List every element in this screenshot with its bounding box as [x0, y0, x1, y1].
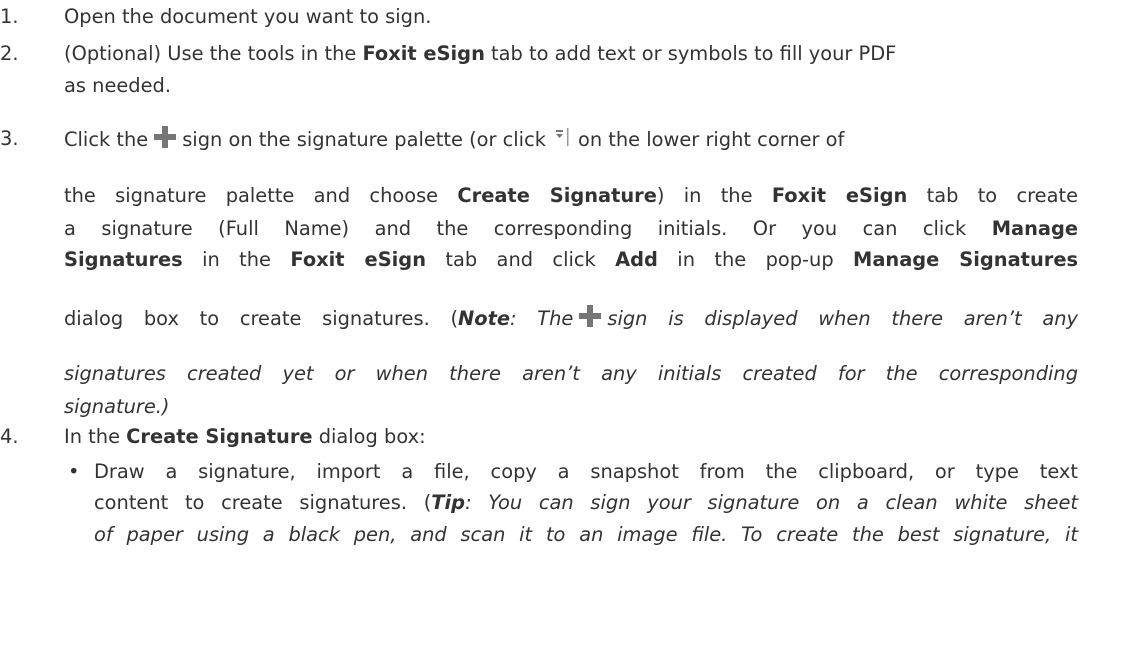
list-text: the signature palette and choose Create …	[64, 184, 1078, 207]
list-number: 1.	[0, 5, 19, 28]
list-number: 2.	[0, 42, 19, 65]
list-text: of paper using a black pen, and scan it …	[94, 523, 1078, 546]
list-text: Open the document you want to sign.	[64, 5, 432, 28]
list-text: a signature (Full Name) and the correspo…	[64, 217, 1078, 240]
chevron-down-icon	[552, 126, 572, 148]
document-page: 1. Open the document you want to sign. 2…	[0, 0, 1123, 661]
bold-text: Foxit eSign	[362, 42, 485, 65]
list-text: signatures created yet or when there are…	[64, 362, 1078, 385]
plus-icon	[154, 126, 177, 148]
list-text: dialog box to create signatures. (Note: …	[64, 305, 1079, 330]
bullet: •	[68, 460, 80, 483]
list-text: as needed.	[64, 74, 172, 97]
list-text: signature.)	[64, 395, 170, 418]
list-text: Click the sign on the signature palette (…	[64, 126, 845, 151]
list-text: Signatures in the Foxit eSign tab and cl…	[64, 248, 1079, 271]
list-text: Draw a signature, import a file, copy a …	[94, 460, 1078, 483]
list-text: (Optional) Use the tools in the Foxit eS…	[64, 42, 897, 65]
list-text: In the Create Signature dialog box:	[64, 425, 426, 448]
list-number: 4.	[0, 425, 19, 448]
list-text: content to create signatures. (Tip: You …	[94, 491, 1078, 514]
list-number: 3.	[0, 127, 19, 150]
plus-icon	[579, 305, 602, 327]
